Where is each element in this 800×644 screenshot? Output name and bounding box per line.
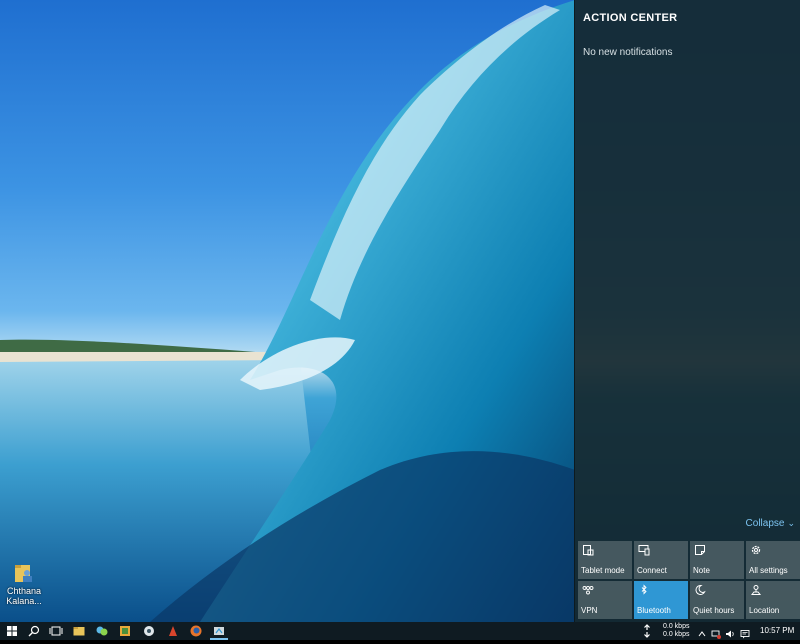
start-icon[interactable] [5, 624, 19, 638]
quick-action-all-settings[interactable]: All settings [746, 541, 800, 579]
location-icon [750, 585, 762, 595]
connect-icon [638, 545, 650, 556]
desktop-icon-label-line2: Kalana... [6, 596, 42, 606]
app-icon[interactable] [142, 624, 156, 638]
quick-action-vpn[interactable]: VPN [578, 581, 632, 619]
file-explorer-icon[interactable] [72, 624, 86, 638]
moon-icon [695, 584, 706, 595]
action-center-title: ACTION CENTER [583, 12, 678, 24]
folder-user-icon [13, 562, 35, 584]
chevron-down-icon: ⌄ [787, 518, 795, 528]
quick-action-location[interactable]: Location [746, 581, 800, 619]
collapse-label: Collapse [745, 518, 785, 529]
network-error-icon[interactable] [711, 626, 721, 639]
quick-action-note[interactable]: Note [690, 541, 744, 579]
quick-action-label: Connect [637, 566, 667, 575]
taskbar: 0.0 kbps 0.0 kbps 10:57 PM [0, 622, 800, 640]
quick-action-label: Quiet hours [693, 606, 735, 615]
quick-action-quiet-hours[interactable]: Quiet hours [690, 581, 744, 619]
note-icon [695, 545, 705, 555]
quick-action-label: Tablet mode [581, 566, 625, 575]
firefox-icon[interactable] [189, 624, 203, 638]
media-app-icon[interactable] [118, 624, 132, 638]
quick-action-label: Location [749, 606, 780, 615]
network-speed: 0.0 kbps 0.0 kbps [663, 623, 689, 639]
taskbar-clock[interactable]: 10:57 PM [760, 626, 794, 635]
tablet-mode-icon [583, 545, 594, 556]
quick-action-label: All settings [749, 566, 788, 575]
settings-gear-icon [751, 545, 761, 555]
quick-action-label: VPN [581, 606, 598, 615]
quick-action-bluetooth[interactable]: Bluetooth [634, 581, 688, 619]
no-notifications-message: No new notifications [583, 47, 673, 58]
volume-icon[interactable] [725, 626, 735, 638]
quick-actions-grid: Tablet mode Connect Note All settings VP… [578, 541, 800, 621]
app-red-icon[interactable] [166, 624, 180, 638]
chat-app-icon[interactable] [95, 624, 109, 638]
quick-action-tablet-mode[interactable]: Tablet mode [578, 541, 632, 579]
chevron-up-icon[interactable] [697, 626, 707, 637]
desktop-icon-label-line1: Chthana [6, 586, 42, 596]
action-center-panel: ACTION CENTER No new notifications Colla… [574, 0, 800, 622]
quick-action-label: Bluetooth [637, 606, 671, 615]
quick-action-label: Note [693, 566, 710, 575]
network-transfer-icon[interactable] [641, 624, 653, 638]
task-view-icon[interactable] [49, 624, 63, 638]
bluetooth-icon [641, 584, 647, 595]
network-up-speed: 0.0 kbps [663, 623, 690, 630]
running-app-icon[interactable] [212, 624, 226, 638]
search-icon[interactable] [27, 624, 41, 638]
collapse-button[interactable]: Collapse ⌄ [746, 518, 795, 529]
action-center-icon[interactable] [740, 626, 750, 639]
vpn-icon [582, 586, 594, 595]
desktop-shortcut-user-folder[interactable]: Chthana Kalana... [4, 562, 44, 606]
network-down-speed: 0.0 kbps [663, 631, 690, 638]
quick-action-connect[interactable]: Connect [634, 541, 688, 579]
